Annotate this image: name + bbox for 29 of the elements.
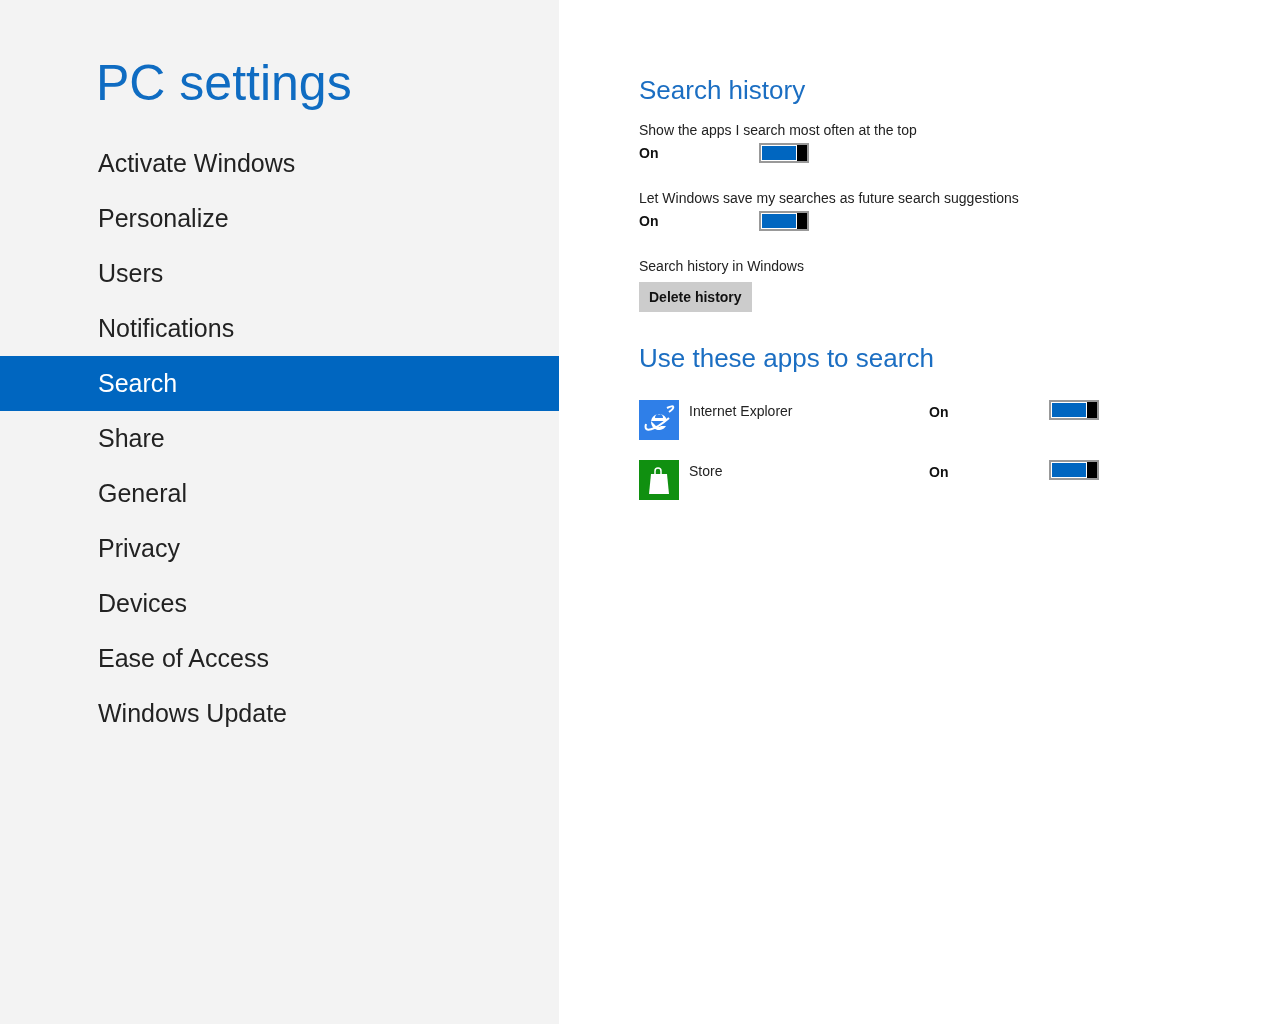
sidebar-item[interactable]: Ease of Access	[0, 631, 559, 686]
toggle-state-text: On	[929, 403, 950, 422]
app-name: Store	[689, 462, 724, 481]
toggle-state-text: On	[929, 463, 950, 482]
setting-label: Search history in Windows	[639, 257, 805, 276]
sidebar-item[interactable]: General	[0, 466, 559, 521]
section-heading: Search history	[639, 74, 807, 107]
section-heading: Use these apps to search	[639, 342, 935, 375]
toggle-switch[interactable]	[759, 143, 809, 163]
toggle-switch[interactable]	[1049, 400, 1099, 420]
toggle-state-text: On	[639, 145, 660, 161]
toggle-state-text: On	[639, 213, 660, 229]
sidebar-item[interactable]: Privacy	[0, 521, 559, 576]
sidebar-item[interactable]: Windows Update	[0, 686, 559, 741]
toggle-switch[interactable]	[1049, 460, 1099, 480]
sidebar-item[interactable]: Devices	[0, 576, 559, 631]
sidebar-item[interactable]: Search	[0, 356, 559, 411]
sidebar-item[interactable]: Users	[0, 246, 559, 301]
sidebar-item[interactable]: Personalize	[0, 191, 559, 246]
setting-label: Show the apps I search most often at the top	[639, 121, 918, 140]
setting-label: Let Windows save my searches as future search suggestions	[639, 189, 1020, 208]
app-name: Internet Explorer	[689, 402, 794, 421]
shopping-bag-icon	[639, 460, 679, 500]
toggle-switch[interactable]	[759, 211, 809, 231]
sidebar-item[interactable]: Notifications	[0, 301, 559, 356]
sidebar-item[interactable]: Share	[0, 411, 559, 466]
delete-history-button[interactable]: Delete history	[639, 282, 752, 312]
sidebar-item[interactable]: Activate Windows	[0, 136, 559, 191]
page-title: PC settings	[96, 54, 353, 113]
